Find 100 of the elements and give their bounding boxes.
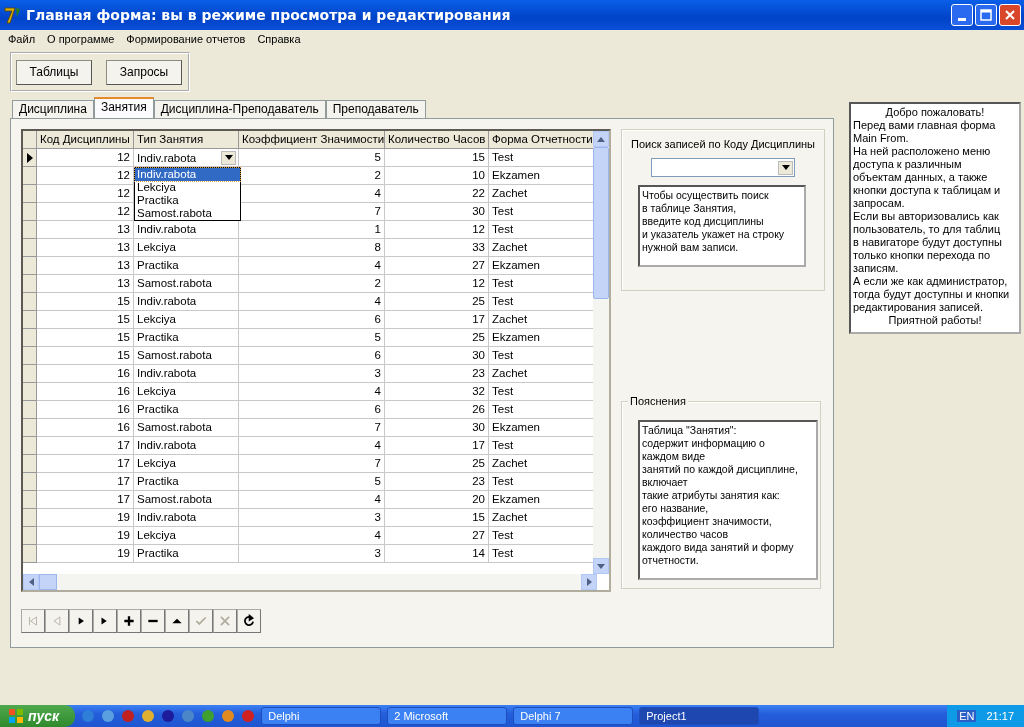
menu-item[interactable]: Формирование отчетов (120, 33, 252, 45)
clock: 21:17 (986, 710, 1014, 722)
scroll-right-icon[interactable] (586, 578, 592, 586)
navigator-button[interactable] (69, 609, 93, 633)
taskbar-button[interactable]: Delphi 7 (513, 707, 634, 725)
scroll-left-icon[interactable] (28, 578, 34, 586)
search-title: Поиск записей по Коду Дисциплины (630, 138, 815, 150)
table-cell: 7 (374, 457, 381, 469)
table-cell: 27 (472, 259, 485, 271)
table-cell: Test (492, 277, 514, 289)
tab[interactable]: Дисциплина (12, 100, 94, 118)
table-cell: Zachet (492, 457, 528, 469)
column-header[interactable]: Коэффициент Значимости (239, 131, 385, 149)
column-header[interactable]: Количество Часов (385, 131, 489, 149)
quick-launch-icon[interactable] (141, 709, 156, 723)
current-row-icon (25, 152, 34, 163)
navigator-button[interactable] (237, 609, 261, 633)
first-record-icon (26, 614, 40, 628)
column-header[interactable]: Код Дисциплины (37, 131, 134, 149)
table-cell: 26 (472, 403, 485, 415)
table-cell: Ekzamen (492, 331, 540, 343)
table-cell: 13 (117, 277, 130, 289)
quick-launch-icon[interactable] (241, 709, 256, 723)
tab[interactable]: Занятия (93, 97, 154, 118)
table-cell: 4 (374, 385, 381, 397)
horizontal-scrollbar[interactable] (23, 574, 597, 590)
table-cell: 19 (117, 547, 130, 559)
taskbar-button[interactable]: Project1 (639, 707, 760, 725)
table-cell: 5 (374, 151, 381, 163)
table-cell: Samost.rabota (137, 493, 212, 505)
quick-launch-icon[interactable] (161, 709, 176, 723)
table-cell: Samost.rabota (137, 349, 212, 361)
table-cell: 15 (472, 151, 485, 163)
table-cell: 12 (117, 169, 130, 181)
table-cell: 12 (117, 205, 130, 217)
table-cell: 1 (374, 223, 381, 235)
menu-item[interactable]: О программе (41, 33, 121, 45)
quick-launch-icon[interactable] (201, 709, 216, 723)
table-cell: 7 (374, 205, 381, 217)
dropdown-option[interactable]: Samost.rabota (135, 207, 240, 220)
toolbar-button[interactable]: Запросы (106, 59, 182, 85)
minimize-button[interactable] (951, 4, 973, 26)
table-cell: 4 (374, 187, 381, 199)
menu-item[interactable]: Файл (2, 33, 42, 45)
navigator-button[interactable] (165, 609, 189, 633)
table-cell: 17 (117, 475, 130, 487)
plus-icon (122, 614, 136, 628)
scroll-thumb[interactable] (39, 574, 57, 590)
quick-launch-icon[interactable] (81, 709, 96, 723)
quick-launch-icon[interactable] (221, 709, 236, 723)
dropdown-button[interactable] (221, 150, 236, 165)
maximize-button[interactable] (975, 4, 997, 26)
table-cell: Indiv.rabota (137, 223, 197, 235)
table-cell: 10 (472, 169, 485, 181)
toolbar-button[interactable]: Таблицы (16, 59, 92, 85)
quick-launch-icon[interactable] (101, 709, 116, 723)
table-cell: 16 (117, 385, 130, 397)
table-cell: Test (492, 547, 514, 559)
taskbar-button[interactable]: Delphi (261, 707, 382, 725)
language-indicator[interactable]: EN (957, 710, 977, 722)
table-cell: 13 (117, 223, 130, 235)
tab[interactable]: Дисциплина-Преподаватель (153, 100, 326, 118)
navigator-button[interactable] (93, 609, 117, 633)
group-title: Пояснения (628, 395, 688, 407)
explanation-memo: Таблица "Занятия": содержит информацию о каждом виде занятий по каждой дисциплине, включает такие атрибуты занятия как: его название, коэффициент значимости, количество часов каждого вида занятий и форму отчетности. (638, 420, 818, 580)
dropdown-option[interactable]: Practika (135, 194, 240, 207)
quick-launch-icon[interactable] (121, 709, 136, 723)
scroll-down-icon[interactable] (597, 563, 605, 569)
table-cell: Zachet (492, 313, 528, 325)
table-cell: 13 (117, 241, 130, 253)
tab[interactable]: Преподаватель (325, 100, 426, 118)
table-cell: 15 (117, 295, 130, 307)
table-cell: 12 (117, 151, 130, 163)
caret-icon (781, 165, 790, 170)
table-cell: Lekciya (137, 529, 176, 541)
start-button[interactable]: пуск (0, 705, 76, 727)
table-cell: 17 (117, 439, 130, 451)
dropdown-option[interactable]: Indiv.rabota (135, 168, 240, 181)
vertical-scrollbar[interactable] (593, 131, 609, 574)
table-cell: Ekzamen (492, 259, 540, 271)
dropdown-option[interactable]: Lekciya (135, 181, 240, 194)
table-cell: Test (492, 439, 514, 451)
search-combo-field[interactable] (651, 158, 795, 177)
welcome-text: Приятной работы! (887, 314, 983, 327)
navigator-button[interactable] (141, 609, 165, 633)
taskbar-button[interactable]: 2 Microsoft (387, 707, 508, 725)
minimize-icon (958, 17, 966, 21)
column-header[interactable]: Тип Занятия (134, 131, 239, 149)
quick-launch-icon[interactable] (181, 709, 196, 723)
navigator-button[interactable] (117, 609, 141, 633)
close-button[interactable] (999, 4, 1021, 26)
table-cell: 19 (117, 511, 130, 523)
table-cell: 17 (117, 493, 130, 505)
table-cell: Practika (137, 547, 179, 559)
menu-item[interactable]: Справка (251, 33, 307, 45)
table-cell: Indiv.rabota (137, 367, 197, 379)
scroll-up-icon[interactable] (597, 136, 605, 142)
table-cell: Lekciya (137, 457, 176, 469)
table-cell: Practika (137, 259, 179, 271)
dropdown-button[interactable] (778, 160, 793, 175)
